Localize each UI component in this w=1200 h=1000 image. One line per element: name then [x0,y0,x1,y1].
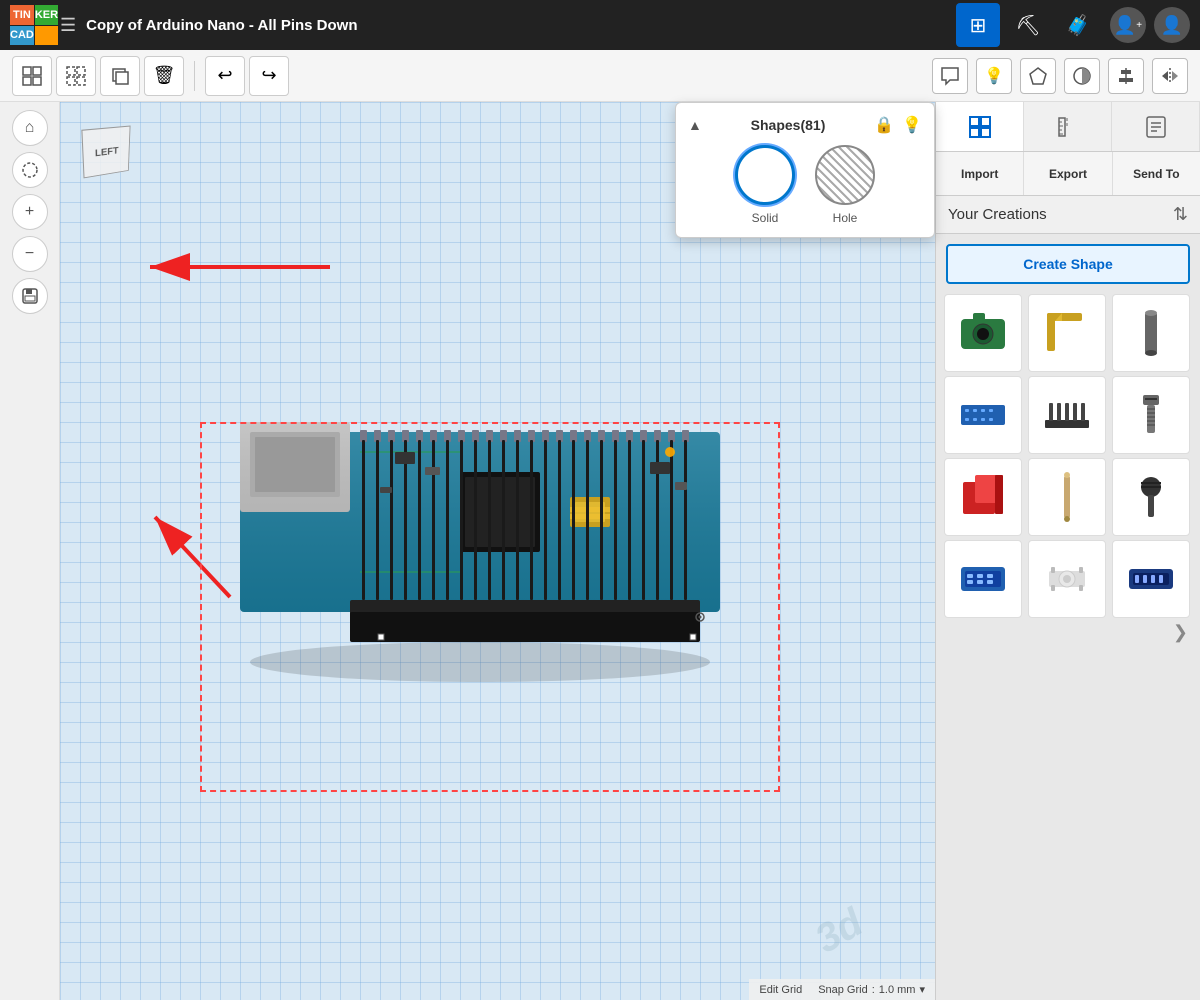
hole-shape-type[interactable]: Hole [815,145,875,225]
shape-item-chip2[interactable] [944,540,1022,618]
frame-button[interactable] [12,152,48,188]
shapes-popup: ▲ Shapes(81) 🔒 💡 Solid Hole [675,102,935,238]
solid-label: Solid [752,211,779,225]
user-area: 👤+ 👤 [1110,7,1190,43]
save-button[interactable] [12,278,48,314]
shape-item-rod[interactable] [1028,458,1106,536]
pentagon-button[interactable] [1020,58,1056,94]
ungroup-button[interactable] [56,56,96,96]
arduino-board[interactable] [210,352,770,707]
mirror-button[interactable] [1152,58,1188,94]
logo-tin: TIN [10,5,34,25]
shape-item-cylinder[interactable] [1112,294,1190,372]
ruler-tab[interactable] [1024,102,1112,151]
bulb-button[interactable]: 💡 [976,58,1012,94]
shape-item-comb[interactable] [1028,376,1106,454]
notes-tab[interactable] [1112,102,1200,151]
project-title: Copy of Arduino Nano - All Pins Down [86,17,946,34]
toolbar: 🗑 ↩ ↪ 💡 [0,50,1200,102]
main-area: ⌂ + − LEFT [0,102,1200,1000]
redo-button[interactable]: ↪ [249,56,289,96]
shapes-popup-title: Shapes(81) [751,117,826,133]
scroll-right-indicator[interactable]: ❯ [1173,622,1188,643]
action-bar: Import Export Send To [936,152,1200,196]
group-button[interactable] [12,56,52,96]
shape-item-bracket[interactable] [1028,294,1106,372]
tinkercad-logo[interactable]: TIN KER CAD [10,5,50,45]
view-cube[interactable]: LEFT [70,112,145,187]
snap-dropdown-icon[interactable]: ▾ [919,983,925,996]
duplicate-button[interactable] [100,56,140,96]
export-button[interactable]: Export [1024,152,1112,195]
left-panel: ⌂ + − [0,102,60,1000]
circle-half-button[interactable] [1064,58,1100,94]
status-bar: Edit Grid Snap Grid: 1.0 mm ▾ [749,979,935,1000]
shape-item-cube[interactable] [944,458,1022,536]
delete-button[interactable]: 🗑 [144,56,184,96]
shape-item-connector[interactable] [1112,540,1190,618]
top-bar: TIN KER CAD ☰ Copy of Arduino Nano - All… [0,0,1200,50]
align-button[interactable] [1108,58,1144,94]
shape-item-camera[interactable] [944,294,1022,372]
your-creations-label: Your Creations [948,206,1047,223]
svg-text:3d: 3d [808,899,872,961]
shape-item-chip[interactable] [944,376,1022,454]
hole-shape-circle [815,145,875,205]
edit-grid-label: Edit Grid [759,984,802,996]
home-button[interactable]: ⌂ [12,110,48,146]
pickaxe-btn[interactable]: ⛏ [1006,3,1050,47]
lock-icon[interactable]: 🔒 [874,115,894,135]
hole-label: Hole [833,211,858,225]
snap-grid-value: 1.0 mm [879,984,916,996]
cube-face-left: LEFT [81,126,130,179]
right-tabs [936,102,1200,152]
zoom-out-button[interactable]: − [12,236,48,272]
menu-icon[interactable]: ☰ [60,15,76,36]
avatar[interactable]: 👤 [1154,7,1190,43]
shape-item-button[interactable] [1028,540,1106,618]
nav-icons: ⊞ ⛏ 🧳 [956,3,1100,47]
logo-ker: KER [35,5,58,25]
grid-view-btn[interactable]: ⊞ [956,3,1000,47]
toolbar-separator [194,61,195,91]
zoom-in-button[interactable]: + [12,194,48,230]
popup-collapse-icon[interactable]: ▲ [688,117,702,133]
creations-dropdown-icon[interactable]: ⇅ [1173,204,1188,225]
send-to-button[interactable]: Send To [1113,152,1200,195]
shape-types-row: Solid Hole [688,145,922,225]
shape-item-screw[interactable] [1112,376,1190,454]
solid-shape-circle [735,145,795,205]
add-user-btn[interactable]: 👤+ [1110,7,1146,43]
logo-4th [35,26,58,46]
snap-grid: Snap Grid: 1.0 mm ▾ [818,983,925,996]
shape-item-bolt[interactable] [1112,458,1190,536]
snap-grid-label: Snap Grid [818,984,868,996]
your-creations-bar: Your Creations ⇅ [936,196,1200,234]
annotate-button[interactable] [932,58,968,94]
shapes-grid: ❯ [936,290,1200,647]
shapes-popup-icons: 🔒 💡 [874,115,922,135]
import-button[interactable]: Import [936,152,1024,195]
logo-cad: CAD [10,26,34,46]
annotation-arrow-1 [140,247,340,292]
right-panel: Import Export Send To Your Creations ⇅ C… [935,102,1200,1000]
grid-tab[interactable] [936,102,1024,151]
suitcase-btn[interactable]: 🧳 [1056,3,1100,47]
create-shape-button[interactable]: Create Shape [946,244,1190,284]
watermark: 3d [795,866,934,984]
edit-grid[interactable]: Edit Grid [759,984,802,996]
visibility-icon[interactable]: 💡 [902,115,922,135]
solid-shape-type[interactable]: Solid [735,145,795,225]
shapes-popup-header: ▲ Shapes(81) 🔒 💡 [688,115,922,135]
undo-button[interactable]: ↩ [205,56,245,96]
